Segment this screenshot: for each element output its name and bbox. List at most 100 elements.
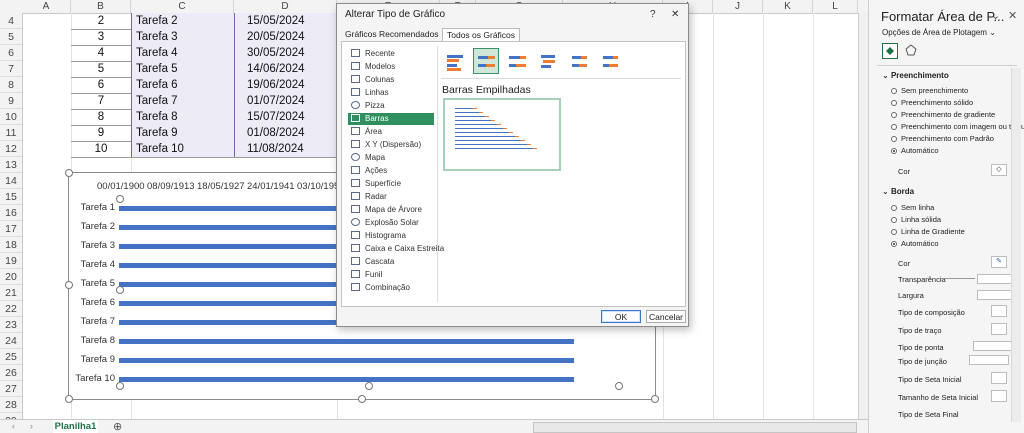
subtype-stacked-bar[interactable] [473, 48, 499, 74]
col-header-C[interactable]: C [131, 0, 234, 13]
fill-option-solid[interactable]: Preenchimento sólido [891, 98, 973, 107]
chart-type-bars[interactable]: Barras [348, 113, 434, 125]
chart-type-scatter[interactable]: X Y (Dispersão) [348, 139, 434, 151]
row-header[interactable]: 19 [0, 253, 22, 269]
close-icon[interactable]: ✕ [1008, 9, 1017, 22]
tab-scroll-left-icon[interactable]: ‹ [12, 421, 15, 431]
chart-type-combo[interactable]: Combinação [348, 282, 434, 294]
fill-color-picker[interactable]: ◇ [991, 164, 1007, 176]
table-cell-date[interactable]: 15/07/2024 [234, 109, 337, 125]
chart-area-handle[interactable] [65, 395, 73, 403]
chart-type-area[interactable]: Área [348, 126, 434, 138]
table-cell-task[interactable]: Tarefa 3 [131, 29, 234, 45]
pane-scrollbar[interactable] [1011, 68, 1021, 422]
row-header[interactable]: 20 [0, 269, 22, 285]
table-cell-task[interactable]: Tarefa 2 [131, 13, 234, 29]
table-cell-date[interactable]: 15/05/2024 [234, 13, 337, 29]
fill-option-picture[interactable]: Preenchimento com imagem ou textu [891, 122, 1024, 131]
row-header[interactable]: 22 [0, 301, 22, 317]
table-cell-num[interactable]: 9 [71, 125, 131, 141]
table-cell-task[interactable]: Tarefa 8 [131, 109, 234, 125]
tab-all-charts[interactable]: Todos os Gráficos [442, 28, 521, 41]
row-header[interactable]: 15 [0, 189, 22, 205]
chart-type-sunburst[interactable]: Explosão Solar [348, 217, 434, 229]
dash-type-dropdown[interactable] [991, 323, 1007, 335]
col-header-K[interactable]: K [763, 0, 813, 13]
table-cell-task[interactable]: Tarefa 9 [131, 125, 234, 141]
row-header[interactable]: 9 [0, 93, 22, 109]
row-header[interactable]: 8 [0, 77, 22, 93]
chart-preview[interactable] [443, 98, 561, 171]
border-option-gradient[interactable]: Linha de Gradiente [891, 227, 965, 236]
fill-option-pattern[interactable]: Preenchimento com Padrão [891, 134, 994, 143]
plot-area-handle[interactable] [365, 382, 373, 390]
subtype-3d-clustered-bar[interactable] [535, 48, 561, 74]
row-header[interactable]: 25 [0, 349, 22, 365]
row-header[interactable]: 28 [0, 397, 22, 413]
border-option-none[interactable]: Sem linha [891, 203, 934, 212]
border-option-solid[interactable]: Linha sólida [891, 215, 941, 224]
row-header[interactable]: 10 [0, 109, 22, 125]
col-header-B[interactable]: B [71, 0, 131, 13]
border-section-header[interactable]: ⌄ Borda [882, 187, 914, 196]
row-header[interactable]: 17 [0, 221, 22, 237]
row-header[interactable]: 5 [0, 29, 22, 45]
table-cell-date[interactable]: 20/05/2024 [234, 29, 337, 45]
chart-area-handle[interactable] [65, 169, 73, 177]
fill-section-header[interactable]: ⌄ Preenchimento [882, 71, 949, 80]
chart-type-recent[interactable]: Recente [348, 48, 434, 60]
subtype-3d-stacked-bar[interactable] [566, 48, 592, 74]
plot-area-handle[interactable] [116, 286, 124, 294]
horizontal-scrollbar[interactable] [533, 422, 857, 433]
chart-area-handle[interactable] [65, 281, 73, 289]
compound-type-dropdown[interactable] [991, 305, 1007, 317]
table-cell-date[interactable]: 14/06/2024 [234, 61, 337, 77]
vertical-scrollbar[interactable] [858, 13, 868, 419]
begin-arrow-size-dropdown[interactable] [991, 390, 1007, 402]
border-option-automatic[interactable]: Automático [891, 239, 939, 248]
row-header[interactable]: 13 [0, 157, 22, 173]
add-sheet-icon[interactable]: ⊕ [113, 420, 122, 433]
table-cell-date[interactable]: 01/08/2024 [234, 125, 337, 141]
subtype-100-stacked-bar[interactable] [504, 48, 530, 74]
chart-type-stock[interactable]: Ações [348, 165, 434, 177]
row-header[interactable]: 21 [0, 285, 22, 301]
join-type-dropdown[interactable] [969, 355, 1009, 365]
chart-type-columns[interactable]: Colunas [348, 74, 434, 86]
row-header[interactable]: 4 [0, 13, 22, 29]
chart-type-histogram[interactable]: Histograma [348, 230, 434, 242]
row-header[interactable]: 16 [0, 205, 22, 221]
table-cell-task[interactable]: Tarefa 4 [131, 45, 234, 61]
col-header-D[interactable]: D [234, 0, 337, 13]
plot-area-handle[interactable] [116, 195, 124, 203]
cap-type-dropdown[interactable] [973, 341, 1013, 351]
chart-type-treemap[interactable]: Mapa de Árvore [348, 204, 434, 216]
chart-type-pie[interactable]: Pizza [348, 100, 434, 112]
table-cell-task[interactable]: Tarefa 10 [131, 141, 234, 157]
col-header-J[interactable]: J [713, 0, 763, 13]
chart-type-funnel[interactable]: Funil [348, 269, 434, 281]
plot-area-handle[interactable] [615, 382, 623, 390]
row-header[interactable]: 18 [0, 237, 22, 253]
table-cell-num[interactable]: 10 [71, 141, 131, 157]
row-header[interactable]: 7 [0, 61, 22, 77]
col-header-L[interactable]: L [813, 0, 858, 13]
ok-button[interactable]: OK [601, 310, 641, 323]
table-cell-date[interactable]: 11/08/2024 [234, 141, 337, 157]
table-cell-num[interactable]: 7 [71, 93, 131, 109]
chart-bar[interactable] [119, 377, 574, 382]
subtype-3d-100-stacked-bar[interactable] [597, 48, 623, 74]
row-header[interactable]: 26 [0, 365, 22, 381]
row-header[interactable]: 14 [0, 173, 22, 189]
cancel-button[interactable]: Cancelar [646, 310, 686, 323]
chart-bar[interactable] [119, 358, 574, 363]
row-header[interactable]: 6 [0, 45, 22, 61]
row-header[interactable]: 23 [0, 317, 22, 333]
table-cell-task[interactable]: Tarefa 6 [131, 77, 234, 93]
row-header[interactable]: 27 [0, 381, 22, 397]
sheet-tab-planilha1[interactable]: Planilha1 [53, 420, 98, 433]
effects-tab-icon[interactable] [904, 43, 920, 59]
table-cell-num[interactable]: 6 [71, 77, 131, 93]
subtype-clustered-bar[interactable] [442, 48, 468, 74]
chart-type-map[interactable]: Mapa [348, 152, 434, 164]
